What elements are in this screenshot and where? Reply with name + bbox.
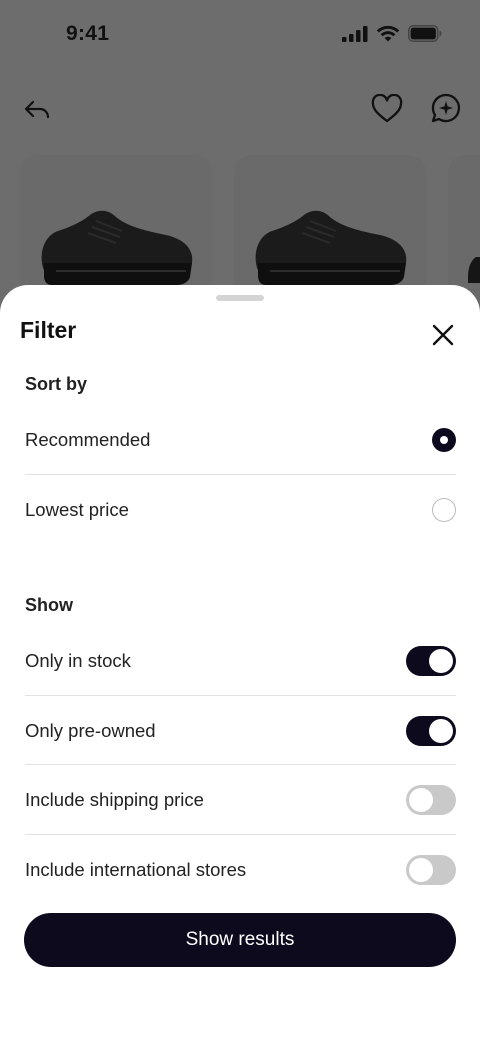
show-heading: Show xyxy=(25,595,73,615)
filter-sheet: Filter Sort by Recommended Lowest price … xyxy=(0,285,480,1040)
sneaker-image xyxy=(468,257,480,283)
sort-option-lowest-price[interactable]: Lowest price xyxy=(25,475,456,544)
toggle-switch[interactable] xyxy=(406,715,456,746)
sort-by-heading: Sort by xyxy=(25,374,88,394)
close-icon[interactable] xyxy=(430,322,456,348)
toggle-switch[interactable] xyxy=(406,784,456,815)
toggle-switch[interactable] xyxy=(406,645,456,676)
toggle-switch[interactable] xyxy=(406,854,456,885)
toggle-label: Include shipping price xyxy=(25,788,204,810)
radio-unselected[interactable] xyxy=(432,497,456,522)
toggle-label: Only in stock xyxy=(25,649,131,671)
radio-selected[interactable] xyxy=(432,427,456,452)
status-time: 9:41 xyxy=(66,22,110,45)
toggle-row-pre-owned[interactable]: Only pre-owned xyxy=(25,696,456,765)
toggle-row-international-stores[interactable]: Include international stores xyxy=(25,835,456,904)
toggle-knob xyxy=(429,648,453,673)
toggle-label: Include international stores xyxy=(25,858,247,880)
sparkle-chat-icon[interactable] xyxy=(430,92,462,124)
battery-icon xyxy=(408,25,442,42)
back-arrow-icon[interactable] xyxy=(22,94,52,124)
toggle-row-shipping-price[interactable]: Include shipping price xyxy=(25,765,456,834)
toggle-knob xyxy=(409,857,433,882)
heart-icon[interactable] xyxy=(371,94,403,124)
sneaker-image xyxy=(41,210,193,285)
sort-option-label: Lowest price xyxy=(25,498,129,520)
wifi-icon xyxy=(376,25,400,42)
sort-option-label: Recommended xyxy=(25,428,151,450)
sheet-title: Filter xyxy=(20,317,77,343)
toggle-knob xyxy=(409,787,433,812)
status-icons xyxy=(342,25,442,42)
sneaker-image xyxy=(255,210,407,285)
toggle-label: Only pre-owned xyxy=(25,719,156,741)
toggle-row-in-stock[interactable]: Only in stock xyxy=(25,626,456,695)
screen: 9:41 Filter Sort by Recommended Lowest p… xyxy=(0,0,480,1040)
show-results-button[interactable]: Show results xyxy=(24,913,456,967)
status-bar: 9:41 xyxy=(0,0,480,70)
sort-option-recommended[interactable]: Recommended xyxy=(25,405,456,474)
toggle-knob xyxy=(429,718,453,743)
sheet-grabber[interactable] xyxy=(216,295,264,301)
cellular-signal-icon xyxy=(342,25,368,42)
